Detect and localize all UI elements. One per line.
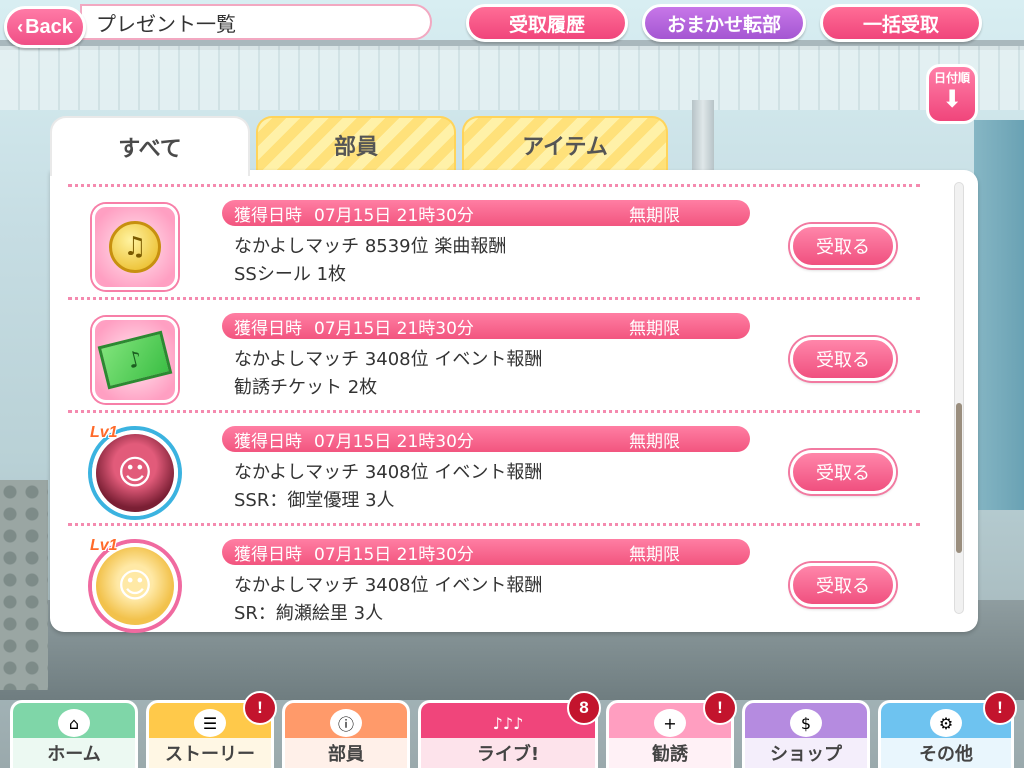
member-ssr-icon: ☺ — [92, 430, 178, 516]
history-button[interactable]: 受取履歴 — [466, 4, 628, 42]
bottom-nav: ⌂ ホーム ☰ ストーリー ! ⓘ 部員 ♪♪♪ ライブ! 8 + 勧誘 ! $… — [0, 691, 1024, 768]
receive-all-button[interactable]: 一括受取 — [820, 4, 982, 42]
present-list-panel: ♫ 獲得日時 07月15日 21時30分 無期限 なかよしマッチ 8539位 楽… — [50, 170, 978, 632]
nav-label: ライブ! — [421, 738, 595, 768]
tab-items[interactable]: アイテム — [462, 116, 668, 172]
date-bar: 獲得日時 07月15日 21時30分 無期限 — [222, 200, 750, 226]
notification-badge: ! — [983, 691, 1017, 725]
item-icon: ☺ Lv1 — [90, 424, 178, 516]
back-button[interactable]: ‹ Back — [4, 6, 86, 48]
date-value: 07月15日 21時30分 — [314, 205, 474, 226]
nav-scout[interactable]: + 勧誘 ! — [606, 691, 737, 768]
list-item: ☺ Lv1 獲得日時 07月15日 21時30分 無期限 なかよしマッチ 340… — [68, 527, 920, 636]
list-item: ☺ Lv1 獲得日時 07月15日 21時30分 無期限 なかよしマッチ 340… — [68, 414, 920, 523]
scout-ticket-icon: ♪ — [97, 330, 173, 390]
sort-button[interactable]: 日付順 ⬇ — [926, 64, 978, 124]
date-value: 07月15日 21時30分 — [314, 431, 474, 452]
tab-members[interactable]: 部員 — [256, 116, 456, 172]
notification-badge: ! — [703, 691, 737, 725]
present-list: ♫ 獲得日時 07月15日 21時30分 無期限 なかよしマッチ 8539位 楽… — [68, 184, 920, 636]
receive-button[interactable]: 受取る — [790, 337, 896, 381]
sort-label: 日付順 — [933, 71, 970, 85]
nav-members[interactable]: ⓘ 部員 — [282, 700, 410, 768]
background-window — [974, 120, 1024, 510]
expiry: 無期限 — [629, 205, 680, 226]
receive-button[interactable]: 受取る — [790, 450, 896, 494]
notification-badge: ! — [243, 691, 277, 725]
date-label: 獲得日時 — [234, 205, 302, 226]
back-label: Back — [25, 15, 73, 38]
tab-all[interactable]: すべて — [50, 116, 250, 176]
list-item: ♫ 獲得日時 07月15日 21時30分 無期限 なかよしマッチ 8539位 楽… — [68, 188, 920, 297]
expiry: 無期限 — [629, 544, 680, 565]
background-stone-wall — [0, 480, 48, 690]
shop-icon: $ — [790, 709, 822, 737]
nav-label: 勧誘 — [609, 738, 731, 768]
other-icon: ⚙ — [930, 709, 962, 737]
scrollbar[interactable] — [954, 182, 964, 614]
list-item: ♪ 獲得日時 07月15日 21時30分 無期限 なかよしマッチ 3408位 イ… — [68, 301, 920, 410]
scout-icon: + — [654, 709, 686, 737]
date-label: 獲得日時 — [234, 318, 302, 339]
item-source: なかよしマッチ 3408位 イベント報酬 — [234, 462, 543, 483]
story-icon: ☰ — [194, 709, 226, 737]
date-bar: 獲得日時 07月15日 21時30分 無期限 — [222, 539, 750, 565]
chevron-left-icon: ‹ — [17, 16, 24, 37]
member-sr-icon: ☺ — [92, 543, 178, 629]
auto-transfer-button[interactable]: おまかせ転部 — [642, 4, 806, 42]
date-bar: 獲得日時 07月15日 21時30分 無期限 — [222, 426, 750, 452]
item-source: なかよしマッチ 8539位 楽曲報酬 — [234, 236, 507, 257]
item-content: SSシール 1枚 — [234, 264, 347, 285]
music-coin-icon: ♫ — [109, 221, 161, 273]
item-content: SSR：御堂優理 3人 — [234, 490, 395, 511]
live-icon: ♪♪♪ — [492, 713, 524, 733]
nav-shop[interactable]: $ ショップ — [742, 700, 870, 768]
nav-home[interactable]: ⌂ ホーム — [10, 700, 138, 768]
date-value: 07月15日 21時30分 — [314, 318, 474, 339]
notification-badge: 8 — [567, 691, 601, 725]
scrollbar-thumb[interactable] — [956, 403, 962, 553]
date-value: 07月15日 21時30分 — [314, 544, 474, 565]
item-icon: ♫ — [92, 204, 178, 290]
item-source: なかよしマッチ 3408位 イベント報酬 — [234, 349, 543, 370]
background-railing — [0, 46, 1024, 110]
expiry: 無期限 — [629, 318, 680, 339]
nav-label: ストーリー — [149, 738, 271, 768]
nav-label: 部員 — [285, 738, 407, 768]
date-label: 獲得日時 — [234, 431, 302, 452]
item-icon: ☺ Lv1 — [90, 537, 178, 629]
item-icon: ♪ — [92, 317, 178, 403]
home-icon: ⌂ — [58, 709, 90, 737]
nav-other[interactable]: ⚙ その他 ! — [878, 691, 1017, 768]
members-icon: ⓘ — [330, 709, 362, 737]
receive-button[interactable]: 受取る — [790, 563, 896, 607]
nav-label: ショップ — [745, 738, 867, 768]
date-label: 獲得日時 — [234, 544, 302, 565]
level-label: Lv1 — [90, 424, 118, 441]
expiry: 無期限 — [629, 431, 680, 452]
receive-button[interactable]: 受取る — [790, 224, 896, 268]
item-content: SR：絢瀬絵里 3人 — [234, 603, 384, 624]
level-label: Lv1 — [90, 537, 118, 554]
nav-label: その他 — [881, 738, 1011, 768]
item-content: 勧誘チケット 2枚 — [234, 377, 378, 398]
nav-label: ホーム — [13, 738, 135, 768]
nav-story[interactable]: ☰ ストーリー ! — [146, 691, 277, 768]
date-bar: 獲得日時 07月15日 21時30分 無期限 — [222, 313, 750, 339]
page-title: プレゼント一覧 — [80, 4, 432, 40]
arrow-down-icon: ⬇ — [941, 85, 963, 113]
item-source: なかよしマッチ 3408位 イベント報酬 — [234, 575, 543, 596]
nav-live[interactable]: ♪♪♪ ライブ! 8 — [418, 691, 601, 768]
